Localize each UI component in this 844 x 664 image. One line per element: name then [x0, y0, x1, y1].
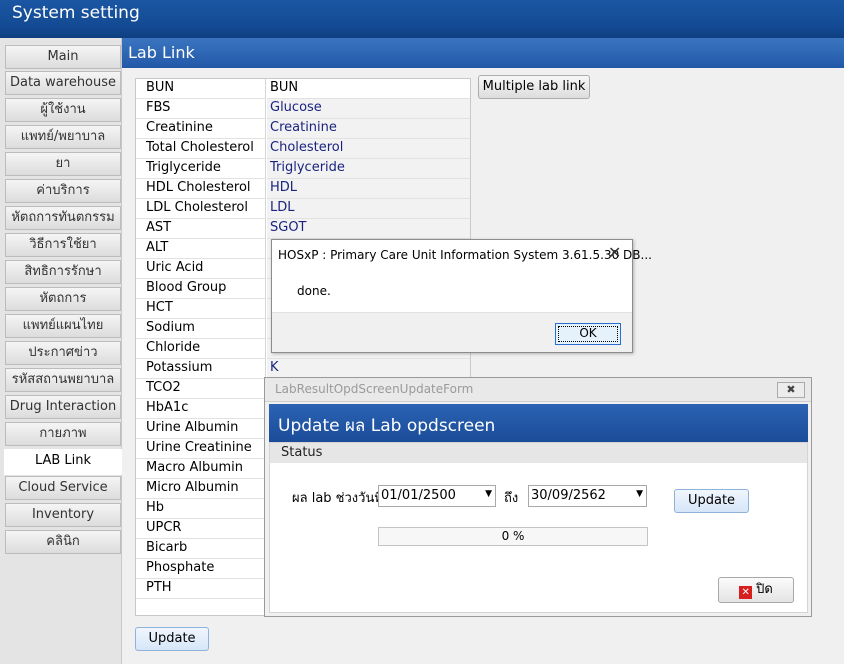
table-row[interactable]: Triglyceride Triglyceride — [136, 159, 470, 179]
lab-name-cell: Chloride — [136, 339, 266, 359]
lab-name-cell: Uric Acid — [136, 259, 266, 279]
status-label: Status — [270, 443, 807, 463]
lab-name-cell: Blood Group — [136, 279, 266, 299]
sidebar-item[interactable]: คลินิก — [5, 530, 121, 554]
sidebar: Main Data warehouse ผู้ใช้งานแพทย์/พยาบาลย… — [0, 38, 122, 664]
sidebar-item[interactable]: แพทย์แผนไทย — [5, 314, 121, 338]
lab-link-cell[interactable]: SGOT — [267, 219, 470, 239]
progress-bar: 0 % — [378, 527, 648, 546]
lab-name-cell: Urine Creatinine — [136, 439, 266, 459]
lab-name-cell: Macro Albumin — [136, 459, 266, 479]
message-dialog-footer: OK — [272, 312, 632, 352]
lab-name-cell: UPCR — [136, 519, 266, 539]
lab-name-cell: PTH — [136, 579, 266, 599]
table-row[interactable]: AST SGOT — [136, 219, 470, 239]
chevron-down-icon[interactable]: ▼ — [485, 489, 492, 499]
close-icon[interactable]: ✖ — [777, 382, 805, 398]
start-date-picker[interactable]: 01/01/2500 ▼ — [378, 485, 496, 507]
panel-title: Lab Link — [122, 38, 844, 68]
lab-name-cell: FBS — [136, 99, 266, 119]
sidebar-item[interactable]: Drug Interaction — [5, 395, 121, 419]
sidebar-item[interactable]: Inventory — [5, 503, 121, 527]
table-row[interactable]: LDL Cholesterol LDL — [136, 199, 470, 219]
lab-name-cell: TCO2 — [136, 379, 266, 399]
lab-name-cell: Triglyceride — [136, 159, 266, 179]
lab-link-cell[interactable]: HDL — [267, 179, 470, 199]
lab-name-cell: Creatinine — [136, 119, 266, 139]
lab-name-cell: Urine Albumin — [136, 419, 266, 439]
table-row[interactable]: Potassium K — [136, 359, 470, 379]
multiple-lab-link-button[interactable]: Multiple lab link — [478, 75, 590, 99]
lab-name-cell: ALT — [136, 239, 266, 259]
lab-name-cell: HbA1c — [136, 399, 266, 419]
sidebar-item[interactable]: Cloud Service — [5, 476, 121, 500]
app-title: System setting — [0, 0, 844, 38]
lab-link-cell[interactable]: BUN — [267, 79, 470, 99]
table-row[interactable]: FBS Glucose — [136, 99, 470, 119]
close-button-label: ปิด — [756, 582, 773, 597]
dialog-update-button[interactable]: Update — [674, 489, 749, 513]
lab-name-cell: Hb — [136, 499, 266, 519]
ok-button[interactable]: OK — [555, 323, 621, 345]
message-dialog-title: HOSxP : Primary Care Unit Information Sy… — [278, 248, 652, 262]
message-dialog: HOSxP : Primary Care Unit Information Sy… — [271, 239, 652, 353]
lab-link-cell[interactable]: Glucose — [267, 99, 470, 119]
sidebar-item[interactable]: Main — [5, 45, 121, 69]
sidebar-item[interactable]: วิธีการใช้ยา — [5, 233, 121, 257]
close-icon[interactable]: ✕ — [608, 243, 621, 262]
lab-name-cell: Micro Albumin — [136, 479, 266, 499]
lab-link-cell[interactable]: K — [267, 359, 470, 379]
lab-name-cell: LDL Cholesterol — [136, 199, 266, 219]
system-setting-window: System setting Main Data warehouse ผู้ใช้ง… — [0, 0, 844, 664]
sidebar-item[interactable]: รหัสสถานพยาบาล — [5, 368, 121, 392]
sidebar-item[interactable]: หัตถการ — [5, 287, 121, 311]
table-row[interactable]: BUN BUN — [136, 79, 470, 99]
sidebar-item[interactable]: แพทย์/พยาบาล — [5, 125, 121, 149]
table-row[interactable]: HDL Cholesterol HDL — [136, 179, 470, 199]
close-icon: ✕ — [739, 586, 753, 599]
update-button[interactable]: Update — [135, 627, 209, 651]
update-dialog-header: Update ผล Lab opdscreen — [269, 404, 808, 442]
sidebar-item[interactable]: ประกาศข่าว — [5, 341, 121, 365]
lab-name-cell: Phosphate — [136, 559, 266, 579]
lab-name-cell: HDL Cholesterol — [136, 179, 266, 199]
update-dialog-window-title: LabResultOpdScreenUpdateForm — [275, 382, 474, 396]
sidebar-item[interactable]: ผู้ใช้งาน — [5, 98, 121, 122]
end-date-picker[interactable]: 30/09/2562 ▼ — [528, 485, 647, 507]
update-dialog-caption: LabResultOpdScreenUpdateForm ✖ — [265, 378, 811, 402]
lab-name-cell: AST — [136, 219, 266, 239]
close-button[interactable]: ✕ ปิด — [718, 577, 794, 603]
lab-link-cell[interactable]: Cholesterol — [267, 139, 470, 159]
sidebar-item[interactable]: หัตถการทันตกรรม — [5, 206, 121, 230]
sidebar-item[interactable]: สิทธิการรักษา — [5, 260, 121, 284]
table-row[interactable]: Creatinine Creatinine — [136, 119, 470, 139]
sidebar-item[interactable]: ค่าบริการ — [5, 179, 121, 203]
lab-name-cell: Bicarb — [136, 539, 266, 559]
sidebar-item[interactable]: Data warehouse — [5, 71, 121, 95]
end-date-value: 30/09/2562 — [531, 488, 606, 503]
sidebar-item[interactable]: LAB Link — [4, 449, 122, 475]
lab-name-cell: Potassium — [136, 359, 266, 379]
message-text: done. — [297, 284, 331, 298]
lab-link-cell[interactable]: Creatinine — [267, 119, 470, 139]
table-row[interactable]: Total Cholesterol Cholesterol — [136, 139, 470, 159]
sidebar-item[interactable]: ยา — [5, 152, 121, 176]
lab-name-cell: Total Cholesterol — [136, 139, 266, 159]
lab-link-cell[interactable]: Triglyceride — [267, 159, 470, 179]
lab-link-cell[interactable]: LDL — [267, 199, 470, 219]
sidebar-item[interactable]: กายภาพ — [5, 422, 121, 446]
to-label: ถึง — [504, 491, 519, 506]
update-lab-dialog: LabResultOpdScreenUpdateForm ✖ Update ผล… — [264, 377, 812, 617]
start-date-value: 01/01/2500 — [381, 488, 456, 503]
chevron-down-icon[interactable]: ▼ — [636, 489, 643, 499]
lab-name-cell: HCT — [136, 299, 266, 319]
date-range-label: ผล lab ช่วงวันที่ — [292, 491, 383, 506]
update-dialog-body: Status ผล lab ช่วงวันที่ 01/01/2500 ▼ ถึ… — [269, 442, 808, 613]
lab-name-cell: BUN — [136, 79, 266, 99]
lab-name-cell: Sodium — [136, 319, 266, 339]
